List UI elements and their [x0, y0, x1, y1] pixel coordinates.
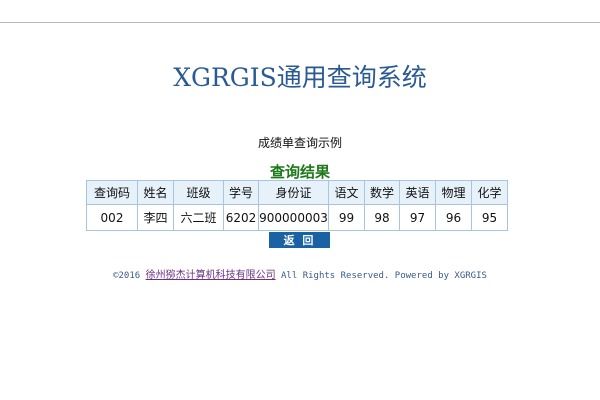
results-table: 查询码 姓名 班级 学号 身份证 语文 数学 英语 物理 化学 002 李四 六… [86, 180, 508, 231]
table-cell: 900000003 [259, 205, 328, 230]
table-cell: 6202 [224, 205, 258, 230]
company-link[interactable]: 徐州猕杰计算机科技有限公司 [146, 270, 276, 281]
header-cell: 身份证 [259, 181, 328, 204]
table-cell: 97 [400, 205, 435, 230]
table-cell: 96 [436, 205, 471, 230]
result-heading: 查询结果 [269, 163, 330, 181]
table-cell: 95 [472, 205, 507, 230]
header-cell: 姓名 [138, 181, 173, 204]
header-cell: 数学 [365, 181, 399, 204]
header-cell: 英语 [400, 181, 435, 204]
table-cell: 002 [87, 205, 137, 230]
table-header-row: 查询码 姓名 班级 学号 身份证 语文 数学 英语 物理 化学 [87, 181, 507, 204]
back-button[interactable]: 返 回 [269, 232, 330, 248]
header-cell: 化学 [472, 181, 507, 204]
table-cell: 99 [329, 205, 364, 230]
copyright-text: ©2016 [113, 271, 141, 281]
header-cell: 语文 [329, 181, 364, 204]
header-cell: 查询码 [87, 181, 137, 204]
table-cell: 李四 [138, 205, 173, 230]
header-cell: 班级 [174, 181, 223, 204]
top-divider [0, 22, 600, 23]
header-cell: 学号 [224, 181, 258, 204]
footer: ©2016 徐州猕杰计算机科技有限公司 All Rights Reserved.… [0, 266, 600, 281]
header-cell: 物理 [436, 181, 471, 204]
query-subtitle: 成绩单查询示例 [257, 136, 342, 150]
table-row: 002 李四 六二班 6202 900000003 99 98 97 96 95 [87, 205, 507, 230]
table-cell: 98 [365, 205, 399, 230]
rights-text: All Rights Reserved. Powered by XGRGIS [281, 271, 487, 281]
table-cell: 六二班 [174, 205, 223, 230]
site-title: XGRGIS通用查询系统 [173, 63, 427, 92]
